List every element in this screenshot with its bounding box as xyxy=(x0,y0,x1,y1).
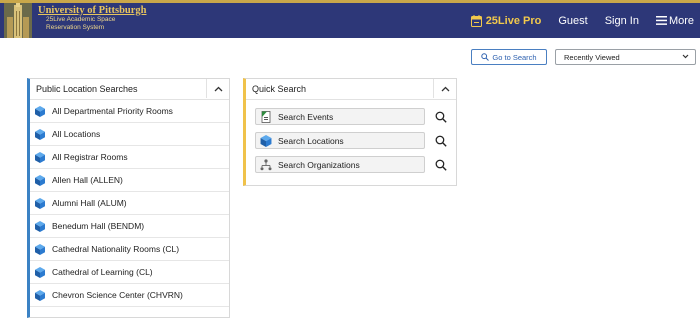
search-icon xyxy=(481,53,490,61)
search-events-button[interactable]: Search Events xyxy=(255,108,426,125)
list-item[interactable]: All Departmental Priority Rooms xyxy=(30,100,229,123)
top-header: University of Pittsburgh 25Live Academic… xyxy=(0,0,700,38)
logo-line-2: Reservation System xyxy=(46,24,105,31)
recently-viewed-select[interactable]: Recently Viewed xyxy=(555,49,696,65)
calendar-icon xyxy=(470,14,482,27)
panel-title: Public Location Searches xyxy=(36,84,138,94)
list-item-label: Cathedral of Learning (CL) xyxy=(52,267,153,277)
list-item-label: Cathedral Nationality Rooms (CL) xyxy=(52,244,180,254)
list-item[interactable]: All Registrar Rooms xyxy=(30,146,229,169)
more-menu-button[interactable]: More xyxy=(655,14,694,27)
quick-search-panel: Quick Search Search Events Search Locati… xyxy=(243,78,457,186)
cube-icon xyxy=(35,128,45,140)
search-organizations-label: Search Organizations xyxy=(278,159,360,170)
logo-text[interactable]: University of Pittsburgh 25Live Academic… xyxy=(38,5,147,32)
search-icon[interactable] xyxy=(435,135,447,147)
list-item-label: Benedum Hall (BENDM) xyxy=(52,221,145,231)
cube-icon xyxy=(35,220,45,232)
panel-header: Public Location Searches xyxy=(30,79,229,100)
university-logo-image[interactable] xyxy=(4,3,32,38)
list-item[interactable]: Benedum Hall (BENDM) xyxy=(30,215,229,238)
header-nav: 25Live Pro Guest Sign In More xyxy=(454,3,694,38)
panel-title: Quick Search xyxy=(252,84,307,94)
more-label: More xyxy=(668,14,694,27)
chevron-up-icon xyxy=(214,86,222,91)
hamburger-icon xyxy=(655,16,667,25)
search-organizations-button[interactable]: Search Organizations xyxy=(255,156,426,173)
organizations-icon xyxy=(260,158,272,170)
list-item-label: Chevron Science Center (CHVRN) xyxy=(52,290,183,300)
search-locations-button[interactable]: Search Locations xyxy=(255,132,426,149)
panel-header: Quick Search xyxy=(246,79,456,100)
events-icon xyxy=(261,110,271,123)
locations-cube-icon xyxy=(260,134,272,147)
list-item-label: All Departmental Priority Rooms xyxy=(52,106,173,116)
list-item[interactable]: Chevron Science Center (CHVRN) xyxy=(30,284,229,307)
logo-line-1: 25Live Academic Space xyxy=(46,16,116,23)
brand-label: 25Live Pro xyxy=(485,14,542,27)
chevron-down-icon xyxy=(682,54,689,59)
list-item-label: Allen Hall (ALLEN) xyxy=(52,175,123,185)
list-item-label: Alumni Hall (ALUM) xyxy=(52,198,127,208)
collapse-button[interactable] xyxy=(433,79,456,98)
cube-icon xyxy=(35,289,45,301)
cube-icon xyxy=(35,266,45,278)
recently-viewed-value: Recently Viewed xyxy=(564,52,620,62)
collapse-button[interactable] xyxy=(206,79,229,98)
search-icon[interactable] xyxy=(435,159,447,171)
go-to-search-label: Go to Search xyxy=(492,52,537,62)
guest-link[interactable]: Guest xyxy=(558,15,587,27)
search-events-label: Search Events xyxy=(278,111,334,122)
list-item[interactable]: Alumni Hall (ALUM) xyxy=(30,192,229,215)
cube-icon xyxy=(35,105,45,117)
quick-search-row: Search Locations xyxy=(255,132,447,149)
search-icon[interactable] xyxy=(435,111,447,123)
logo-university-name: University of Pittsburgh xyxy=(38,5,147,16)
quick-search-body: Search Events Search Locations Search Or… xyxy=(246,100,456,173)
cube-icon xyxy=(35,174,45,186)
list-item[interactable]: Cathedral Nationality Rooms (CL) xyxy=(30,238,229,261)
chevron-up-icon xyxy=(441,86,449,91)
brand-link[interactable]: 25Live Pro xyxy=(470,14,542,27)
list-item[interactable]: Cathedral of Learning (CL) xyxy=(30,261,229,284)
cube-icon xyxy=(35,197,45,209)
location-search-list: All Departmental Priority Rooms All Loca… xyxy=(30,100,229,307)
list-item[interactable]: Allen Hall (ALLEN) xyxy=(30,169,229,192)
go-to-search-button[interactable]: Go to Search xyxy=(471,49,547,65)
search-locations-label: Search Locations xyxy=(278,135,344,146)
quick-search-row: Search Organizations xyxy=(255,156,447,173)
public-location-searches-panel: Public Location Searches All Departmenta… xyxy=(27,78,230,318)
quick-search-row: Search Events xyxy=(255,108,447,125)
sign-in-link[interactable]: Sign In xyxy=(605,15,639,27)
list-item-label: All Locations xyxy=(52,129,101,139)
list-item[interactable]: All Locations xyxy=(30,123,229,146)
cube-icon xyxy=(35,151,45,163)
list-item-label: All Registrar Rooms xyxy=(52,152,128,162)
cube-icon xyxy=(35,243,45,255)
